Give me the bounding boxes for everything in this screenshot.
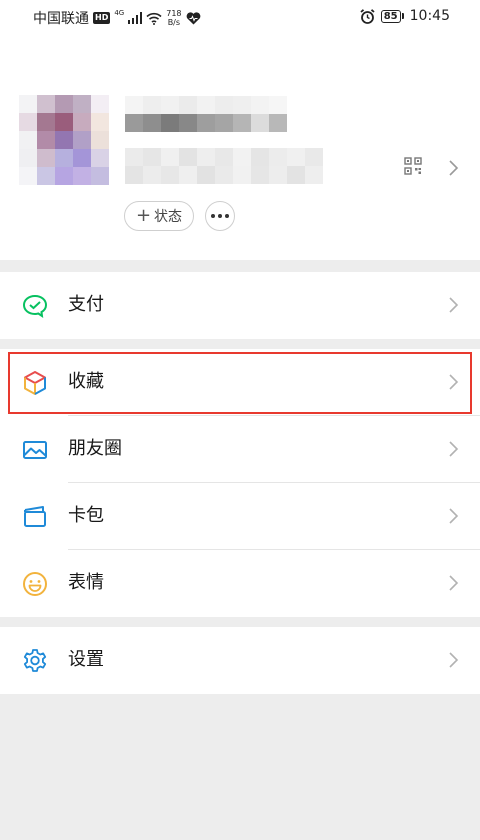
speed-value: 718 <box>166 9 182 18</box>
menu-item-pay[interactable]: 支付 <box>0 272 480 339</box>
menu-group-main: 收藏 朋友圈 卡包 表情 <box>0 349 480 617</box>
clock: 10:45 <box>409 8 450 24</box>
nickname-blurred <box>125 96 287 114</box>
menu-label-pay: 支付 <box>68 294 104 315</box>
signal-icon <box>128 12 143 24</box>
avatar[interactable] <box>19 95 109 185</box>
chevron-right-icon <box>449 374 459 390</box>
speed-unit: B/s <box>167 18 181 27</box>
menu-label-favorites: 收藏 <box>68 371 104 392</box>
status-button-label: 状态 <box>154 209 183 225</box>
chevron-right-icon <box>449 575 459 591</box>
battery-level: 85 <box>380 9 401 23</box>
nickname-blurred-2 <box>125 114 287 132</box>
more-dot-icon <box>218 214 222 218</box>
carrier-name: 中国联通 <box>33 11 89 27</box>
network-generation: 4G <box>114 9 125 17</box>
alarm-icon <box>360 8 375 24</box>
wifi-icon <box>146 12 162 25</box>
menu-item-settings[interactable]: 设置 <box>0 627 480 694</box>
more-dot-icon <box>225 214 229 218</box>
menu-label-settings: 设置 <box>68 649 104 670</box>
chevron-right-icon <box>449 508 459 524</box>
menu-group-pay: 支付 <box>0 272 480 339</box>
pay-icon <box>22 294 48 319</box>
favorites-cube-icon <box>24 371 46 395</box>
menu-item-favorites[interactable]: 收藏 <box>0 349 480 416</box>
plus-icon: + <box>135 205 152 226</box>
settings-gear-icon <box>23 649 47 672</box>
status-bar: 中国联通 HD 4G 718 B/s 85 10:45 <box>0 0 480 34</box>
menu-item-cards[interactable]: 卡包 <box>0 483 480 550</box>
chevron-right-icon <box>449 297 459 313</box>
hd-badge: HD <box>93 12 111 24</box>
network-speed: 718 B/s <box>166 9 181 27</box>
battery-indicator: 85 <box>380 9 404 23</box>
chevron-right-icon <box>449 652 459 668</box>
menu-item-moments[interactable]: 朋友圈 <box>0 416 480 483</box>
heart-icon <box>186 11 200 24</box>
profile-header[interactable]: + 状态 <box>0 34 480 260</box>
menu-label-moments: 朋友圈 <box>68 438 122 459</box>
add-status-button[interactable]: + 状态 <box>124 201 194 231</box>
qr-code-icon[interactable] <box>404 157 422 175</box>
menu-item-stickers[interactable]: 表情 <box>0 550 480 617</box>
more-button[interactable] <box>205 201 235 231</box>
card-wallet-icon <box>24 506 46 527</box>
more-dot-icon <box>211 214 215 218</box>
wechat-id-blurred-2 <box>125 166 323 184</box>
moments-image-icon <box>23 441 47 459</box>
wechat-id-blurred <box>125 148 323 166</box>
chevron-right-icon <box>449 441 459 457</box>
menu-label-cards: 卡包 <box>68 505 104 526</box>
menu-group-settings: 设置 <box>0 627 480 694</box>
smiley-face-icon <box>23 572 47 596</box>
chevron-right-icon[interactable] <box>448 159 460 177</box>
menu-label-stickers: 表情 <box>68 572 104 593</box>
